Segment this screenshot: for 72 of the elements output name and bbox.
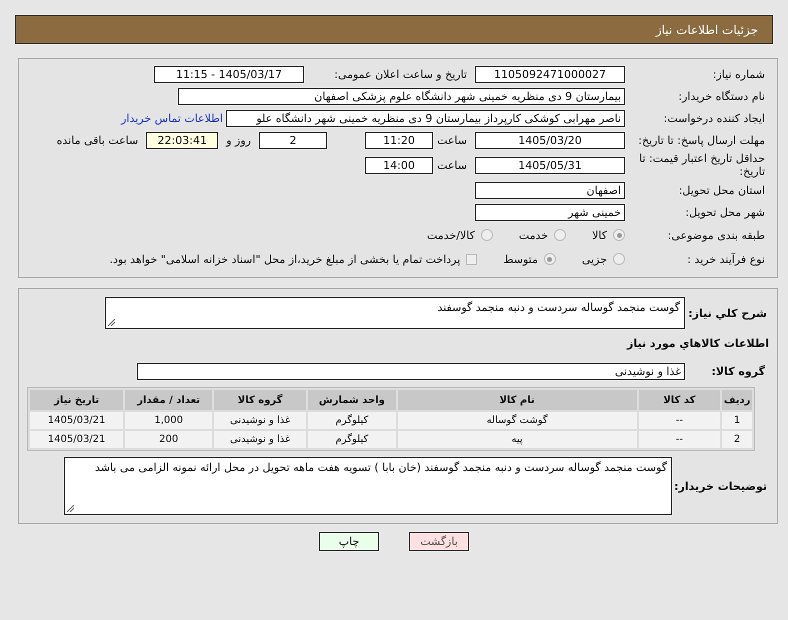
table-cell: -- <box>638 431 720 448</box>
table-cell: 1,000 <box>125 412 212 429</box>
announce-date-field[interactable]: 1405/03/17 - 11:15 <box>154 66 304 82</box>
column-header: واحد شمارش <box>308 390 396 410</box>
contact-link[interactable]: اطلاعات تماس خریدار <box>118 112 226 124</box>
field-label: گروه کالا: <box>710 364 766 378</box>
radio-button[interactable] <box>613 253 625 265</box>
field-label: حداقل تاریخ اعتبار قیمت: تا تاریخ: <box>638 152 766 178</box>
column-header: ردیف <box>722 390 752 410</box>
table-cell: گوشت گوساله <box>398 412 637 429</box>
checkbox[interactable] <box>466 254 478 264</box>
table-cell: کیلوگرم <box>308 431 396 448</box>
field-label: طبقه بندی موضوعی: <box>666 228 766 242</box>
field-label: تاریخ و ساعت اعلان عمومی: <box>333 68 468 80</box>
field-label: استان محل تحویل: <box>678 184 766 196</box>
date-field[interactable]: 1405/05/31 <box>475 156 625 174</box>
radio-label: کالا/خدمت <box>427 228 475 242</box>
description-field[interactable]: گوست منجمد گوساله سردست و دنبه منجمد گوسفند <box>105 297 685 329</box>
table-cell: 200 <box>125 431 212 448</box>
field-label: شماره نیاز: <box>712 68 766 80</box>
page-title: جزئیات اطلاعات نیاز <box>656 22 758 36</box>
field-label: شهر محل تحویل: <box>684 206 766 218</box>
resize-grip-icon[interactable] <box>108 319 115 326</box>
radio-button[interactable] <box>554 229 566 241</box>
field-label: توضیحات خریدار: <box>673 480 768 492</box>
column-header: تعداد / مقدار <box>125 390 212 410</box>
field-label: مهلت ارسال پاسخ: تا تاریخ: <box>637 134 766 146</box>
radio-label: جزیی <box>582 252 607 266</box>
table-cell: پیه <box>398 431 637 448</box>
column-header: تاریخ نیاز <box>30 390 124 410</box>
table-cell: غذا و نوشیدنی <box>214 431 306 448</box>
city-field[interactable]: خمینی شهر <box>475 204 625 220</box>
buyer-notes-field[interactable]: گوست منجمد گوساله سردست و دنبه منجمد گوسفند (خان بابا ) تسویه هفت ماهه تحویل در محل ارائه نمونه الزامی می باشد <box>64 457 672 515</box>
field-label: نام دستگاه خریدار: <box>677 90 766 102</box>
radio-button[interactable] <box>480 229 493 241</box>
goods-group-field[interactable]: غذا و نوشیدنی <box>137 362 685 380</box>
field-label: ساعت <box>436 134 468 146</box>
field-label: نوع فرآیند خرید : <box>686 252 766 266</box>
treasury-note: پرداخت تمام یا بخشی از مبلغ خرید،از محل "اسناد خزانه اسلامی" خواهد بود. <box>110 252 460 266</box>
requester-field[interactable]: ناصر مهرابی کوشکی کارپرداز بیمارستان 9 دی منظریه خمینی شهر دانشگاه علو <box>226 110 625 126</box>
table-cell: 1 <box>722 412 752 429</box>
table-cell: 1405/03/21 <box>30 431 124 448</box>
print-button[interactable]: چاپ <box>319 532 379 551</box>
radio-button[interactable] <box>613 229 625 241</box>
radio-button[interactable] <box>544 253 556 265</box>
table-cell: کیلوگرم <box>308 412 396 429</box>
time-field[interactable]: 14:00 <box>365 156 433 174</box>
field-label: ساعت <box>436 158 468 172</box>
radio-label: متوسط <box>503 252 538 266</box>
buyer-field[interactable]: بیمارستان 9 دی منظریه خمینی شهر دانشگاه علوم پزشکی اصفهان <box>178 88 625 104</box>
resize-grip-icon[interactable] <box>67 505 74 512</box>
section-title: اطلاعات کالاهاي مورد نياز <box>627 336 769 350</box>
back-button[interactable]: بازگشت <box>409 532 469 551</box>
remaining-time-field[interactable]: 22:03:41 <box>146 132 218 148</box>
field-label: شرح کلي نياز: <box>687 306 768 320</box>
column-header: کد کالا <box>638 390 720 410</box>
field-label: روز و <box>224 134 252 146</box>
column-header: نام کالا <box>398 390 637 410</box>
radio-label: خدمت <box>518 228 548 242</box>
province-field[interactable]: اصفهان <box>475 182 625 198</box>
table-cell: 1405/03/21 <box>30 412 124 429</box>
table-cell: 2 <box>722 431 752 448</box>
table-cell: -- <box>638 412 720 429</box>
field-label: ساعت باقی مانده <box>56 134 140 146</box>
column-header: گروه کالا <box>214 390 306 410</box>
need-number-field[interactable]: 1105092471000027 <box>475 66 625 82</box>
field-label: ایجاد کننده درخواست: <box>662 112 766 124</box>
days-field[interactable]: 2 <box>259 132 327 148</box>
table-cell: غذا و نوشیدنی <box>214 412 306 429</box>
time-field[interactable]: 11:20 <box>365 132 433 148</box>
date-field[interactable]: 1405/03/20 <box>475 132 625 148</box>
radio-label: کالا <box>592 228 607 242</box>
